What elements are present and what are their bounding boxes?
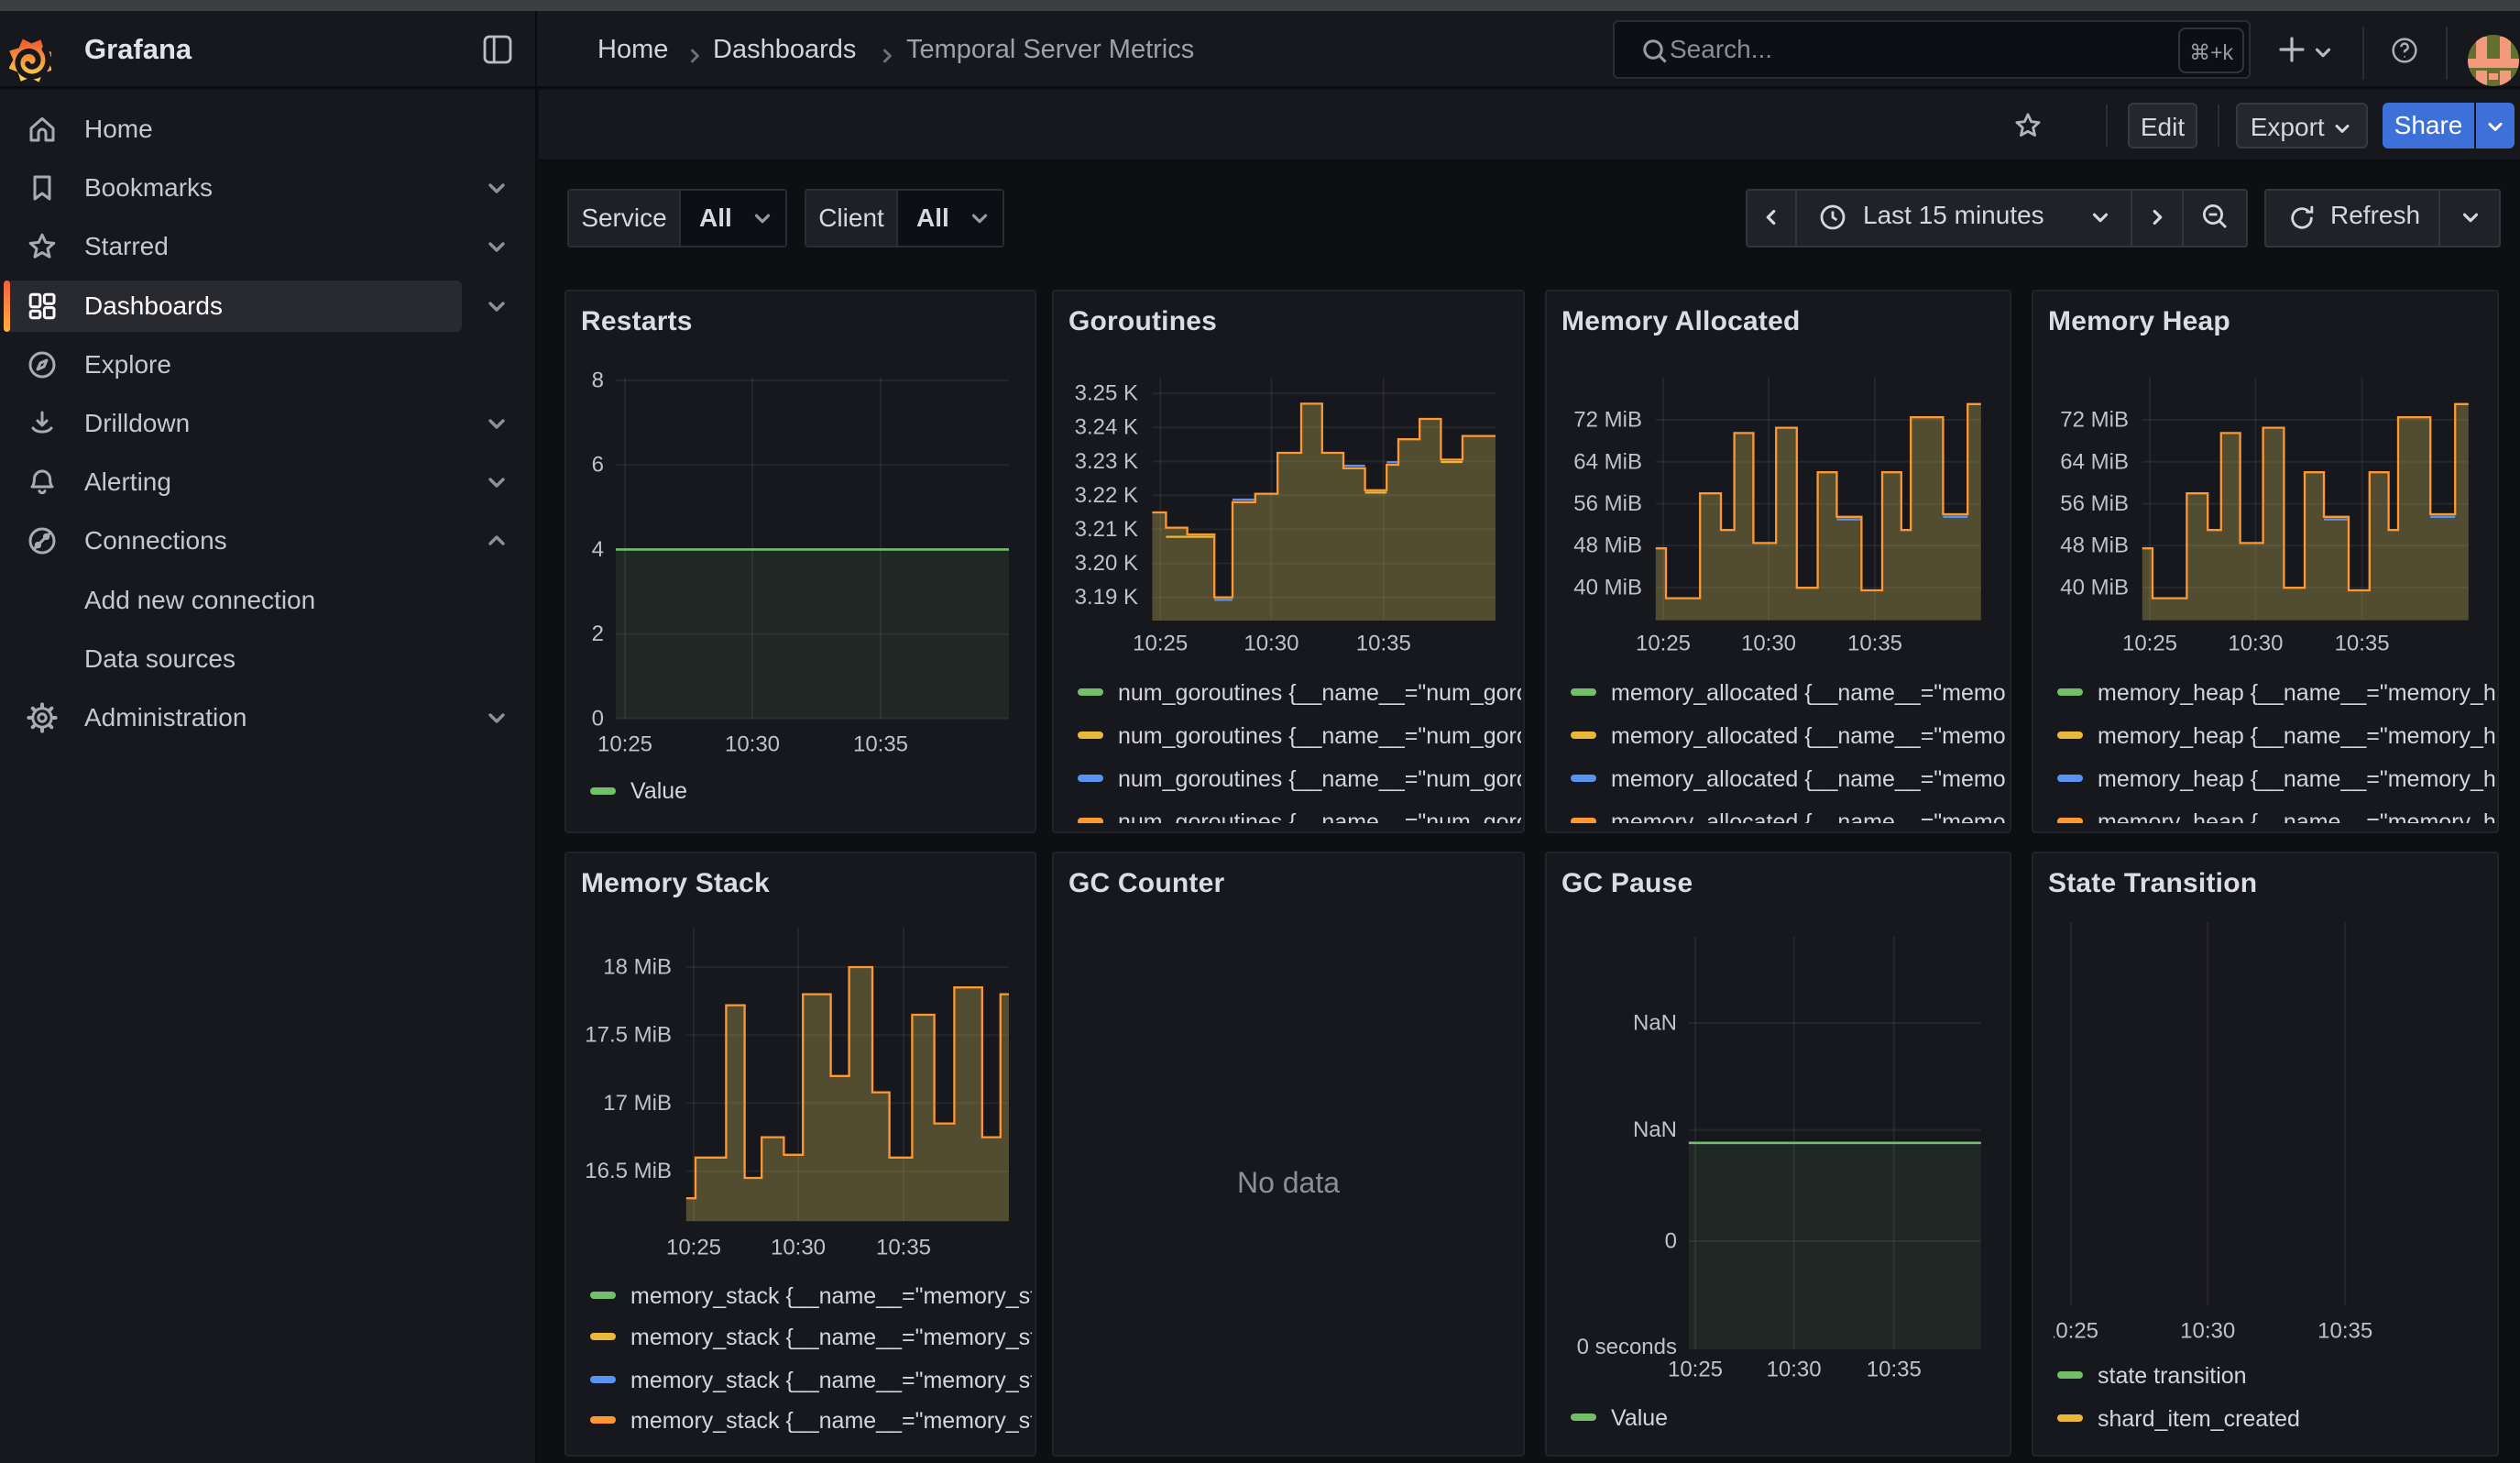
svg-text:48 MiB: 48 MiB [2060,534,2129,558]
svg-text:10:35: 10:35 [853,732,908,757]
svg-text:40 MiB: 40 MiB [1573,576,1642,600]
svg-text:40 MiB: 40 MiB [2060,576,2129,600]
svg-text:10:35: 10:35 [2335,632,2390,656]
svg-text:48 MiB: 48 MiB [1573,534,1642,558]
svg-text:10:30: 10:30 [1767,1358,1822,1382]
svg-text:10:25: 10:25 [1133,632,1188,656]
svg-text:72 MiB: 72 MiB [1573,408,1642,433]
svg-text:2: 2 [592,622,604,646]
svg-text:72 MiB: 72 MiB [2060,408,2129,433]
svg-text:10:35: 10:35 [876,1235,931,1260]
svg-text:0: 0 [1665,1229,1677,1254]
svg-text:10:30: 10:30 [1244,632,1298,656]
svg-text:10:25: 10:25 [666,1235,721,1260]
svg-text:3.24 K: 3.24 K [1075,415,1138,440]
svg-text:10:25: 10:25 [2122,632,2177,656]
svg-text:10:35: 10:35 [1356,632,1411,656]
svg-text:10:35: 10:35 [1847,632,1902,656]
svg-text:3.21 K: 3.21 K [1075,517,1138,542]
svg-text:10:35: 10:35 [2317,1319,2372,1344]
svg-text:56 MiB: 56 MiB [2060,491,2129,516]
svg-text:10:25: 10:25 [1668,1358,1723,1382]
svg-text:10:30: 10:30 [2180,1319,2235,1344]
svg-text:3.22 K: 3.22 K [1075,483,1138,508]
svg-text:10:35: 10:35 [1867,1358,1922,1382]
svg-text:10:25: 10:25 [597,732,652,757]
svg-text:8: 8 [592,368,604,393]
svg-text:10:30: 10:30 [725,732,780,757]
svg-text:64 MiB: 64 MiB [2060,449,2129,474]
svg-text:6: 6 [592,453,604,478]
svg-text:17.5 MiB: 17.5 MiB [585,1023,672,1048]
svg-text:3.23 K: 3.23 K [1075,449,1138,474]
svg-text:16.5 MiB: 16.5 MiB [585,1159,672,1183]
svg-text:17 MiB: 17 MiB [603,1091,672,1116]
svg-text:10:25: 10:25 [1636,632,1691,656]
svg-text:0: 0 [592,706,604,731]
svg-text:4: 4 [592,537,604,562]
svg-text:10:30: 10:30 [2228,632,2283,656]
svg-text:18 MiB: 18 MiB [603,955,672,980]
svg-text:10:30: 10:30 [1741,632,1796,656]
svg-text:NaN: NaN [1633,1011,1677,1036]
svg-text:10:25: 10:25 [2043,1319,2098,1344]
svg-text:0 seconds: 0 seconds [1577,1335,1677,1359]
svg-text:56 MiB: 56 MiB [1573,491,1642,516]
svg-text:3.25 K: 3.25 K [1075,381,1138,406]
svg-text:3.19 K: 3.19 K [1075,585,1138,610]
svg-text:64 MiB: 64 MiB [1573,449,1642,474]
svg-text:NaN: NaN [1633,1117,1677,1142]
svg-text:10:30: 10:30 [771,1235,826,1260]
svg-text:3.20 K: 3.20 K [1075,551,1138,576]
